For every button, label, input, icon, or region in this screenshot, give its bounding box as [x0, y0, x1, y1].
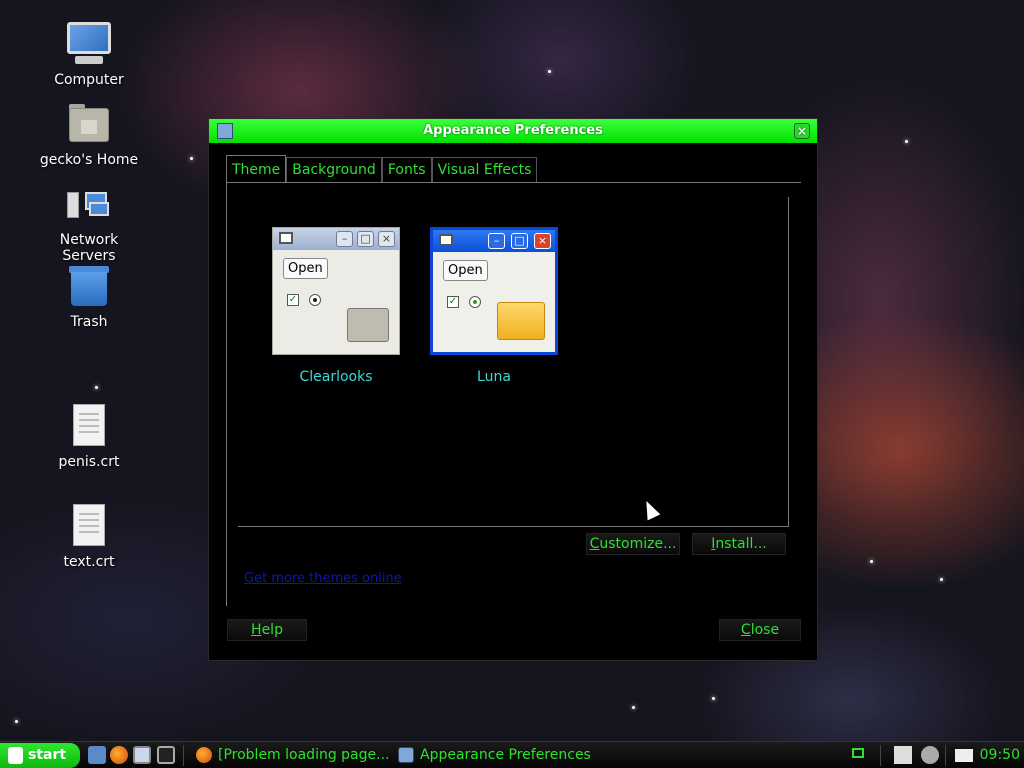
computer-icon [65, 20, 113, 68]
show-desktop-icon[interactable] [88, 746, 106, 764]
theme-list: – □ × Open ✓ Clearlooks – □ × Open ✓ Lun… [238, 197, 789, 527]
customize-button[interactable]: Customize... [586, 533, 680, 555]
help-button[interactable]: Help [227, 619, 307, 641]
install-label: nstall... [715, 536, 767, 552]
desktop-icon-trash[interactable]: Trash [34, 262, 144, 330]
taskbar: start [Problem loading page... Appearanc… [0, 741, 1024, 768]
desktop-icon-penis-crt[interactable]: penis.crt [34, 402, 144, 470]
star [940, 578, 943, 581]
desktop-icon-label: Computer [54, 72, 124, 88]
printer-icon[interactable] [894, 746, 912, 764]
tab-theme[interactable]: Theme [226, 155, 287, 183]
tab-panel-border [226, 182, 227, 606]
preview-open-button: Open [443, 260, 488, 281]
task-label: [Problem loading page... [218, 747, 390, 763]
volume-icon[interactable] [921, 746, 939, 764]
home-folder-icon [65, 100, 113, 148]
window-app-icon [217, 123, 233, 139]
window-icon [439, 234, 453, 246]
folder-icon [497, 302, 545, 340]
star [15, 720, 18, 723]
firefox-icon [196, 747, 212, 763]
mail-icon[interactable] [955, 749, 973, 762]
taskbar-separator [945, 745, 946, 766]
close-icon: × [378, 231, 395, 247]
star [548, 70, 551, 73]
desktop-icon-network-servers[interactable]: Network Servers [34, 180, 144, 264]
theme-name: Luna [477, 369, 511, 385]
close-mnemonic: C [740, 622, 751, 638]
minimize-icon: – [488, 233, 505, 249]
appearance-preferences-window: Appearance Preferences × Theme Backgroun… [208, 118, 818, 661]
clock[interactable]: 09:50 [980, 742, 1020, 768]
start-label: start [28, 747, 67, 763]
get-more-themes-link[interactable]: Get more themes online [244, 571, 402, 586]
desktop-icon-label: penis.crt [58, 454, 120, 470]
file-icon [65, 402, 113, 450]
desktop-icon-label: Network Servers [59, 232, 119, 264]
preview-open-button: Open [283, 258, 328, 279]
help-label: elp [261, 622, 283, 638]
task-firefox[interactable]: [Problem loading page... [192, 744, 390, 767]
terminal-icon[interactable] [157, 746, 175, 764]
radio-icon [469, 296, 481, 308]
desktop-icon-label: text.crt [63, 554, 115, 570]
taskbar-separator [880, 745, 881, 766]
window-titlebar[interactable]: Appearance Preferences × [209, 119, 817, 143]
desktop-icon-label: Trash [70, 314, 108, 330]
file-manager-icon[interactable] [133, 746, 151, 764]
start-button[interactable]: start [0, 743, 80, 768]
star [190, 157, 193, 160]
help-mnemonic: H [251, 622, 262, 638]
theme-preview-luna: – □ × Open ✓ [430, 227, 558, 355]
network-icon [65, 180, 113, 228]
taskbar-separator [183, 745, 184, 766]
theme-item-clearlooks[interactable]: – □ × Open ✓ Clearlooks [271, 227, 401, 385]
close-button[interactable]: Close [719, 619, 801, 641]
minimize-icon: – [336, 231, 353, 247]
desktop-icon-label: gecko's Home [39, 152, 139, 168]
star [712, 697, 715, 700]
radio-icon [309, 294, 321, 306]
desktop-icon-text-crt[interactable]: text.crt [34, 502, 144, 570]
star [905, 140, 908, 143]
star [95, 386, 98, 389]
file-icon [65, 502, 113, 550]
checkbox-icon: ✓ [447, 296, 459, 308]
maximize-icon: □ [511, 233, 528, 249]
tab-fonts[interactable]: Fonts [381, 157, 432, 183]
close-icon: × [534, 233, 551, 249]
window-title: Appearance Preferences [423, 123, 603, 138]
install-button[interactable]: Install... [692, 533, 786, 555]
tab-visual-effects[interactable]: Visual Effects [431, 157, 538, 183]
window-icon [279, 232, 293, 244]
tab-divider [226, 182, 801, 183]
maximize-icon: □ [357, 231, 374, 247]
window-close-icon[interactable]: × [794, 123, 810, 139]
star [632, 706, 635, 709]
firefox-icon[interactable] [110, 746, 128, 764]
theme-item-luna[interactable]: – □ × Open ✓ Luna [429, 227, 559, 385]
tab-bar: Theme Background Fonts Visual Effects [226, 155, 538, 183]
theme-name: Clearlooks [299, 369, 373, 385]
task-appearance-preferences[interactable]: Appearance Preferences [394, 744, 594, 767]
appearance-icon [398, 747, 414, 763]
network-status-icon[interactable] [852, 748, 864, 758]
start-logo-icon [8, 747, 23, 764]
star [870, 560, 873, 563]
checkbox-icon: ✓ [287, 294, 299, 306]
task-label: Appearance Preferences [420, 747, 591, 763]
desktop-icon-home[interactable]: gecko's Home [34, 100, 144, 168]
customize-mnemonic: C [589, 536, 600, 552]
tab-background[interactable]: Background [286, 157, 382, 183]
close-label: lose [750, 622, 780, 638]
customize-label: ustomize... [599, 536, 677, 552]
desktop-icon-computer[interactable]: Computer [34, 20, 144, 88]
trash-icon [65, 262, 113, 310]
folder-icon [347, 308, 389, 342]
theme-preview-clearlooks: – □ × Open ✓ [272, 227, 400, 355]
